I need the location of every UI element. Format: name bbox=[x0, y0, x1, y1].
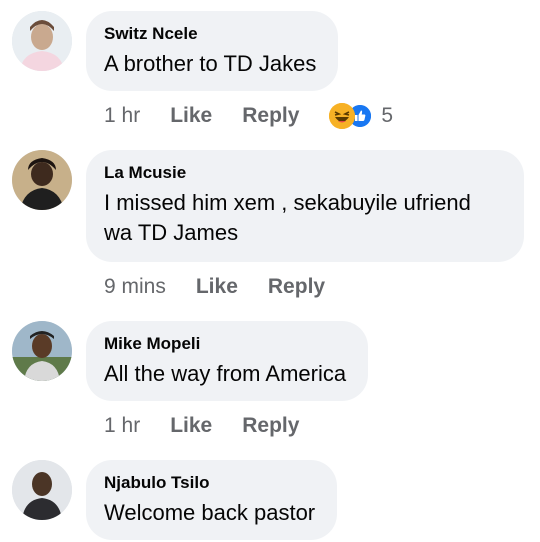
avatar-photo-icon bbox=[12, 150, 72, 210]
comment-meta: 1 hr Like Reply bbox=[104, 411, 329, 441]
comment-time[interactable]: 1 hr bbox=[104, 104, 140, 128]
author-name[interactable]: Njabulo Tsilo bbox=[104, 473, 315, 493]
avatar[interactable] bbox=[12, 150, 72, 210]
avatar-photo-icon bbox=[12, 460, 72, 520]
comment-text: I missed him xem , sekabuyile ufriend wa… bbox=[104, 190, 471, 245]
reply-button[interactable]: Reply bbox=[242, 104, 299, 128]
author-name[interactable]: Switz Ncele bbox=[104, 24, 316, 44]
author-name[interactable]: La Mcusie bbox=[104, 163, 502, 183]
reaction-summary[interactable]: 5 bbox=[329, 103, 393, 129]
comment-bubble: Switz Ncele A brother to TD Jakes bbox=[86, 11, 339, 91]
comment-meta: 9 mins Like Reply bbox=[104, 272, 355, 302]
haha-emoji-icon bbox=[329, 103, 356, 129]
comment-bubble: Mike Mopeli All the way from America bbox=[86, 321, 369, 401]
reply-button[interactable]: Reply bbox=[242, 414, 299, 438]
comment-bubble: Njabulo Tsilo Welcome back pastor bbox=[86, 460, 338, 540]
comment-meta: 1 hr Like Reply bbox=[104, 101, 393, 131]
comment-thread: Switz Ncele A brother to TD Jakes 1 hr L… bbox=[0, 0, 540, 542]
avatar-photo-icon bbox=[12, 11, 72, 71]
comment-bubble: La Mcusie I missed him xem , sekabuyile … bbox=[86, 150, 524, 262]
comment-text: All the way from America bbox=[104, 361, 347, 386]
reply-button[interactable]: Reply bbox=[268, 275, 325, 299]
like-button[interactable]: Like bbox=[196, 275, 238, 299]
comment-text: Welcome back pastor bbox=[104, 500, 316, 525]
author-name[interactable]: Mike Mopeli bbox=[104, 334, 346, 354]
avatar[interactable] bbox=[12, 460, 72, 520]
comment-time[interactable]: 1 hr bbox=[104, 414, 140, 438]
comment-text: A brother to TD Jakes bbox=[104, 51, 317, 76]
avatar[interactable] bbox=[12, 11, 72, 71]
like-button[interactable]: Like bbox=[170, 414, 212, 438]
avatar[interactable] bbox=[12, 321, 72, 381]
comment-time[interactable]: 9 mins bbox=[104, 275, 166, 299]
avatar-photo-icon bbox=[12, 321, 72, 381]
reaction-count: 5 bbox=[381, 104, 394, 127]
like-button[interactable]: Like bbox=[170, 104, 212, 128]
